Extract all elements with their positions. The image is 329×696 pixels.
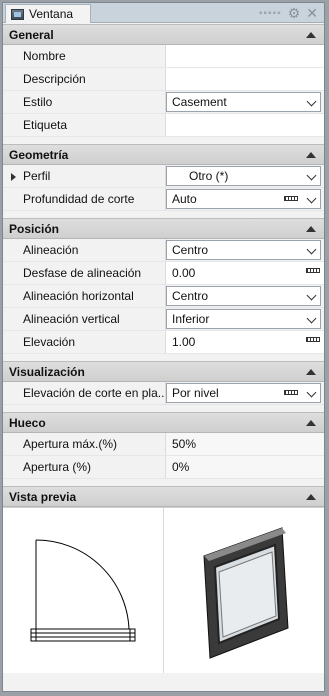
property-row-estilo: Estilo Casement xyxy=(3,91,324,114)
elevacion-corte-select[interactable]: Por nivel xyxy=(166,383,321,403)
grip-dots-icon[interactable]: ▪▪▪▪▪ xyxy=(259,8,282,19)
window-object-icon xyxy=(11,8,24,20)
elevacion-value: 1.00 xyxy=(172,335,196,349)
section-posicion-header[interactable]: Posición xyxy=(3,218,324,239)
collapse-arrow-icon[interactable] xyxy=(306,494,316,500)
property-row-nombre: Nombre xyxy=(3,45,324,68)
chevron-down-icon xyxy=(306,290,317,301)
elevacion-corte-value: Por nivel xyxy=(172,386,219,400)
close-icon[interactable]: ✕ xyxy=(306,6,318,20)
collapse-arrow-icon[interactable] xyxy=(306,420,316,426)
property-label: Alineación xyxy=(3,239,166,261)
property-label: Profundidad de corte xyxy=(3,188,166,210)
profundidad-select[interactable]: Auto xyxy=(166,189,321,209)
property-label: Descripción xyxy=(3,68,166,90)
alineacion-vertical-value: Inferior xyxy=(172,312,210,326)
estilo-select[interactable]: Casement xyxy=(166,92,321,112)
section-hueco-header[interactable]: Hueco xyxy=(3,412,324,433)
etiqueta-field[interactable] xyxy=(166,114,324,136)
property-row-descripcion: Descripción xyxy=(3,68,324,91)
desfase-field[interactable]: 0.00 xyxy=(166,262,324,284)
chevron-down-icon xyxy=(306,193,317,204)
panel-tab[interactable]: Ventana xyxy=(5,4,91,23)
property-row-elevacion: Elevación 1.00 xyxy=(3,331,324,354)
section-title: Vista previa xyxy=(9,490,77,504)
property-label: Estilo xyxy=(3,91,166,113)
property-row-etiqueta: Etiqueta xyxy=(3,114,324,137)
property-label: Alineación horizontal xyxy=(3,285,166,307)
nombre-field[interactable] xyxy=(166,45,324,67)
alineacion-select[interactable]: Centro xyxy=(166,240,321,260)
property-row-perfil: Perfil Otro (*) xyxy=(3,165,324,188)
section-visualizacion-header[interactable]: Visualización xyxy=(3,361,324,382)
property-row-elevacion-corte: Elevación de corte en pla... Por nivel xyxy=(3,382,324,405)
property-label: Nombre xyxy=(3,45,166,67)
property-label: Etiqueta xyxy=(3,114,166,136)
profundidad-value: Auto xyxy=(172,192,197,206)
property-row-profundidad: Profundidad de corte Auto xyxy=(3,188,324,211)
apertura-field[interactable]: 0% xyxy=(166,456,324,478)
3d-preview-image xyxy=(203,527,289,659)
section-general-header[interactable]: General xyxy=(3,24,324,45)
property-row-alineacion-h: Alineación horizontal Centro xyxy=(3,285,324,308)
alineacion-horizontal-select[interactable]: Centro xyxy=(166,286,321,306)
section-vista-previa-header[interactable]: Vista previa xyxy=(3,486,324,507)
perfil-select[interactable]: Otro (*) xyxy=(166,166,321,186)
apertura-max-field[interactable]: 50% xyxy=(166,433,324,455)
chevron-down-icon xyxy=(306,244,317,255)
ruler-icon[interactable] xyxy=(306,268,320,273)
property-label: Alineación vertical xyxy=(3,308,166,330)
collapse-arrow-icon[interactable] xyxy=(306,226,316,232)
section-title: Geometría xyxy=(9,148,69,162)
estilo-value: Casement xyxy=(172,95,227,109)
elevacion-field[interactable]: 1.00 xyxy=(166,331,324,353)
property-row-apertura-max: Apertura máx.(%) 50% xyxy=(3,433,324,456)
property-label: Elevación xyxy=(3,331,166,353)
collapse-arrow-icon[interactable] xyxy=(306,32,316,38)
gear-icon[interactable]: ⚙ xyxy=(288,6,301,20)
collapse-arrow-icon[interactable] xyxy=(306,152,316,158)
preview-area xyxy=(3,507,324,673)
chevron-down-icon xyxy=(306,170,317,181)
expand-arrow-icon[interactable] xyxy=(11,173,16,181)
perfil-label: Perfil xyxy=(23,169,51,183)
collapse-arrow-icon[interactable] xyxy=(306,369,316,375)
perfil-value: Otro (*) xyxy=(189,169,229,183)
ruler-icon[interactable] xyxy=(284,390,298,395)
section-title: General xyxy=(9,28,54,42)
panel-title: Ventana xyxy=(29,7,74,21)
alineacion-vertical-select[interactable]: Inferior xyxy=(166,309,321,329)
desfase-value: 0.00 xyxy=(172,266,196,280)
ruler-icon[interactable] xyxy=(284,196,298,201)
chevron-down-icon xyxy=(306,96,317,107)
descripcion-field[interactable] xyxy=(166,68,324,90)
property-row-alineacion-v: Alineación vertical Inferior xyxy=(3,308,324,331)
section-title: Posición xyxy=(9,222,60,236)
property-row-desfase: Desfase de alineación 0.00 xyxy=(3,262,324,285)
property-row-apertura: Apertura (%) 0% xyxy=(3,456,324,479)
property-label: Elevación de corte en pla... xyxy=(3,382,166,404)
alineacion-value: Centro xyxy=(172,243,209,257)
chevron-down-icon xyxy=(306,387,317,398)
chevron-down-icon xyxy=(306,313,317,324)
panel-titlebar: Ventana ▪▪▪▪▪ ⚙ ✕ xyxy=(3,3,324,23)
property-label: Perfil xyxy=(3,165,166,187)
property-label: Apertura (%) xyxy=(3,456,166,478)
alineacion-horizontal-value: Centro xyxy=(172,289,209,303)
properties-panel: Ventana ▪▪▪▪▪ ⚙ ✕ General Nombre Descrip… xyxy=(2,2,325,692)
section-geometria-header[interactable]: Geometría xyxy=(3,144,324,165)
property-row-alineacion: Alineación Centro xyxy=(3,239,324,262)
section-title: Hueco xyxy=(9,416,46,430)
ruler-icon[interactable] xyxy=(306,337,320,342)
section-title: Visualización xyxy=(9,365,85,379)
plan-preview-image xyxy=(30,539,136,642)
property-label: Apertura máx.(%) xyxy=(3,433,166,455)
property-label: Desfase de alineación xyxy=(3,262,166,284)
